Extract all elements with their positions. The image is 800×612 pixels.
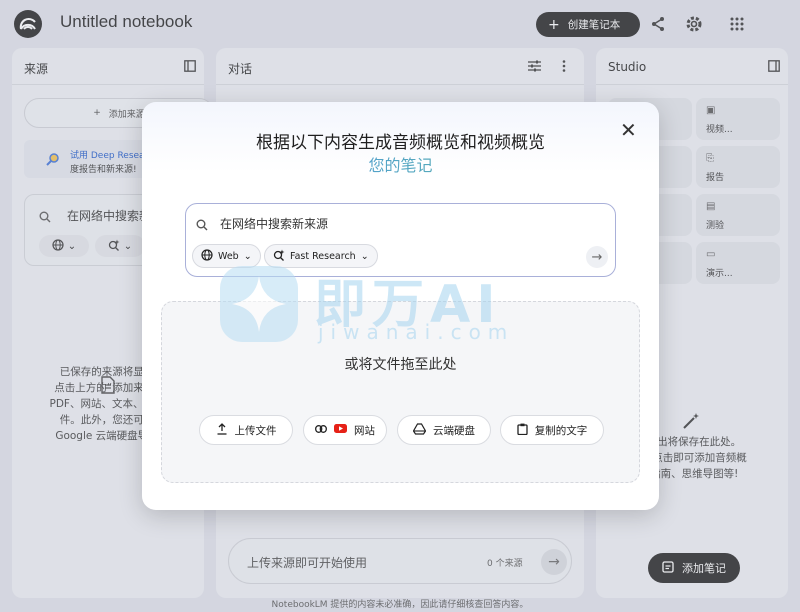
search-icon bbox=[196, 216, 208, 235]
watermark-star-logo bbox=[220, 266, 298, 342]
submit-search-button[interactable]: → bbox=[586, 246, 608, 268]
upload-icon bbox=[216, 422, 228, 438]
drop-zone-label: 或将文件拖至此处 bbox=[344, 357, 457, 373]
dialog-title: 根据以下内容生成音频概览和视频概览 bbox=[256, 133, 545, 153]
upload-file-label: 上传文件 bbox=[234, 424, 277, 437]
arrow-right-icon: → bbox=[591, 249, 603, 265]
chevron-down-icon: ⌄ bbox=[243, 250, 252, 262]
website-label: 网站 bbox=[354, 424, 375, 437]
paste-text-button[interactable]: 复制的文字 bbox=[500, 415, 604, 445]
web-search-input[interactable]: 在网络中搜索新来源 bbox=[220, 215, 328, 232]
paste-text-label: 复制的文字 bbox=[534, 424, 588, 437]
watermark: 即万AI jiwanai.com bbox=[220, 262, 580, 346]
dialog-subtitle: 您的笔记 bbox=[142, 152, 659, 176]
link-icon bbox=[315, 424, 327, 436]
globe-icon bbox=[201, 248, 213, 264]
google-drive-button[interactable]: 云端硬盘 bbox=[397, 415, 491, 445]
chevron-down-icon: ⌄ bbox=[360, 250, 369, 262]
close-icon[interactable]: ✕ bbox=[620, 120, 637, 140]
drive-icon bbox=[412, 422, 427, 438]
google-drive-label: 云端硬盘 bbox=[433, 424, 475, 437]
web-chip-label: Web bbox=[218, 250, 239, 262]
clipboard-icon bbox=[517, 423, 528, 438]
upload-file-button[interactable]: 上传文件 bbox=[199, 415, 293, 445]
website-button[interactable]: 网站 bbox=[303, 415, 387, 445]
watermark-url: jiwanai.com bbox=[318, 320, 515, 344]
youtube-icon bbox=[334, 424, 347, 436]
research-chip-label: Fast Research bbox=[290, 250, 356, 262]
